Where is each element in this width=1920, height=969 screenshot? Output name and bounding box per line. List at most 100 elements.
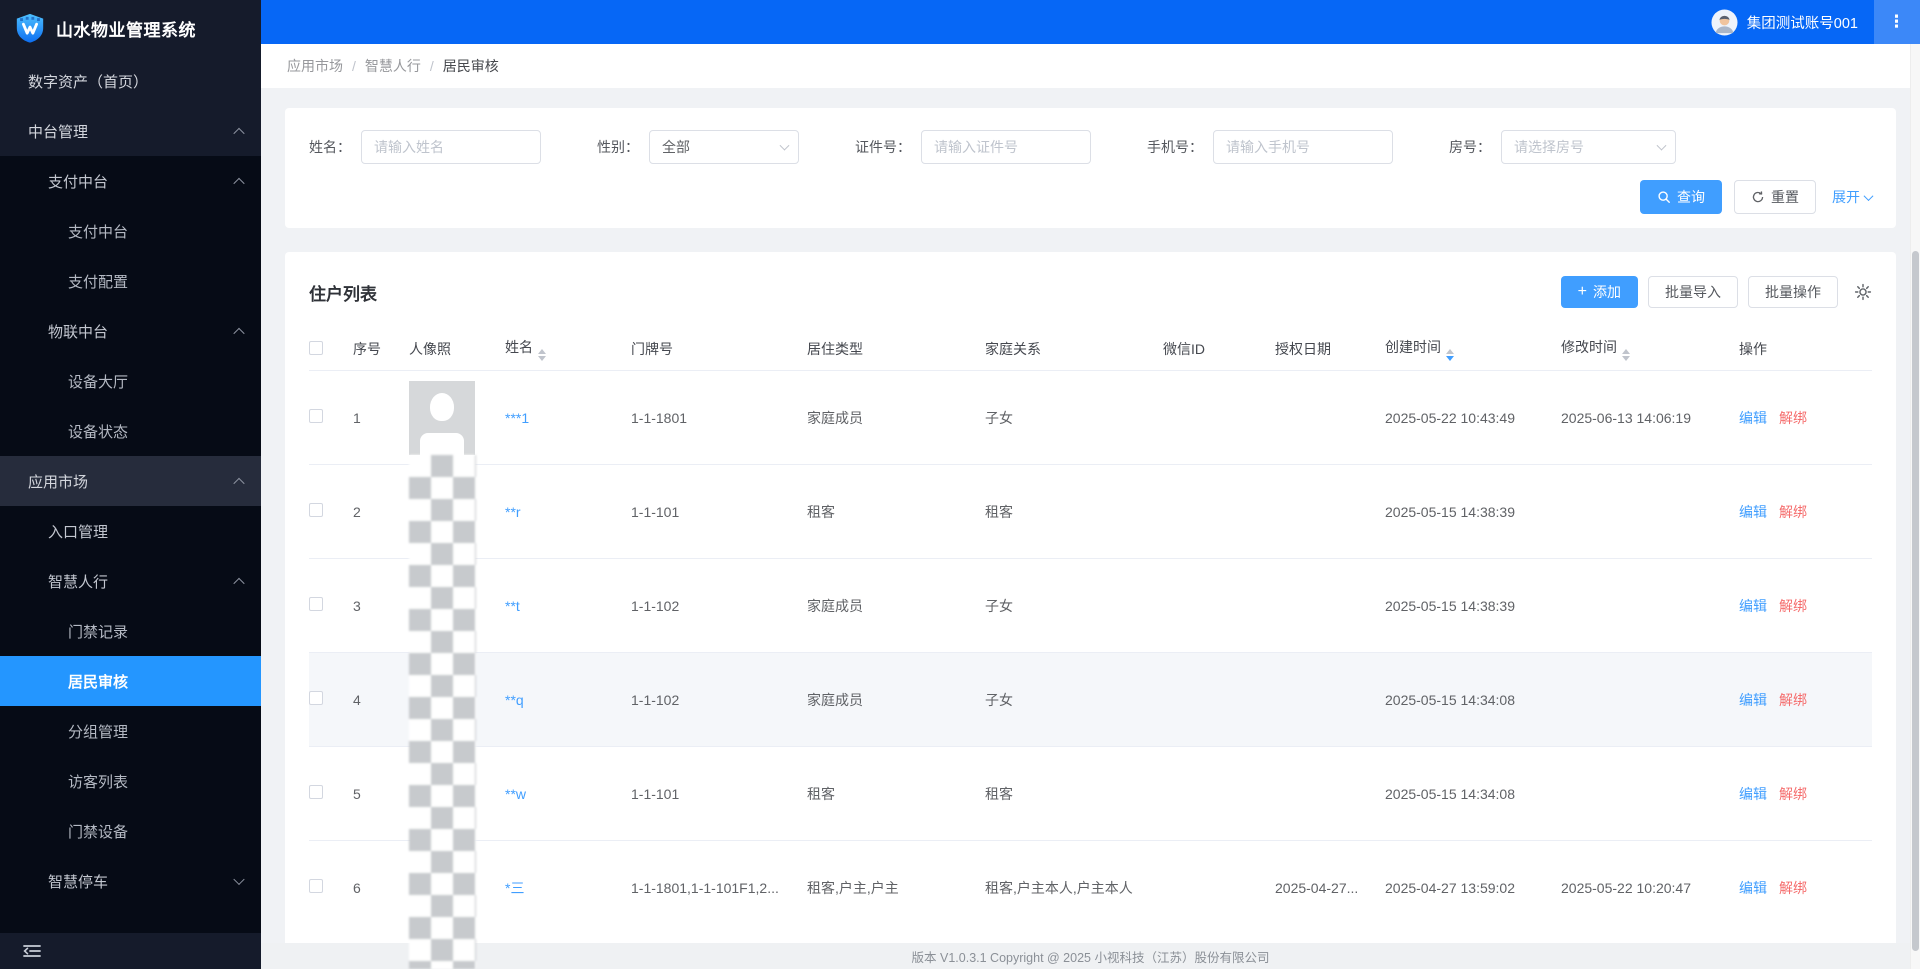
sidebar-item-label: 数字资产（首页）	[28, 73, 149, 91]
row-checkbox[interactable]	[309, 785, 323, 799]
sidebar: 山水物业管理系统 数字资产（首页） 中台管理 支付中台 支付中台 支付配置 物联中台 设备大…	[0, 0, 261, 969]
edit-link[interactable]: 编辑	[1739, 692, 1767, 708]
sidebar-item-iot-center[interactable]: 物联中台	[0, 306, 261, 356]
table-row: 2 **r 1-1-101 租客 租客 2025-05-15 14:38:39 编辑 解绑	[309, 464, 1872, 558]
app-title: 山水物业管理系统	[56, 20, 196, 40]
room-filter-select[interactable]: 请选择房号	[1501, 130, 1676, 164]
window-scrollbar[interactable]	[1910, 44, 1920, 969]
resident-name-link[interactable]: **t	[505, 598, 520, 614]
batch-import-label: 批量导入	[1665, 284, 1721, 300]
sidebar-item-label: 访客列表	[68, 773, 129, 791]
table-row: 6 *三 1-1-1801,1-1-101F1,2... 租客,户主,户主 租客,户主本…	[309, 840, 1872, 934]
edit-link[interactable]: 编辑	[1739, 786, 1767, 802]
cell-updated_at: 2025-05-22 10:20:47	[1561, 879, 1691, 896]
cert-filter-input[interactable]	[921, 130, 1091, 164]
phone-filter-field: 手机号：	[1147, 130, 1393, 164]
cell-name: **w	[505, 786, 631, 802]
unbind-link[interactable]: 解绑	[1779, 692, 1807, 708]
name-filter-input[interactable]	[361, 130, 541, 164]
edit-link[interactable]: 编辑	[1739, 410, 1767, 426]
add-button[interactable]: + 添加	[1560, 276, 1638, 308]
search-button[interactable]: 查询	[1640, 180, 1722, 214]
gender-select-value: 全部	[662, 139, 690, 155]
sidebar-item-middle-platform[interactable]: 中台管理	[0, 106, 261, 156]
sidebar-item-app-market[interactable]: 应用市场	[0, 456, 261, 506]
edit-link[interactable]: 编辑	[1739, 880, 1767, 896]
resident-name-link[interactable]: ***1	[505, 410, 529, 426]
redacted-photo-checkerboard	[409, 455, 476, 969]
unbind-link[interactable]: 解绑	[1779, 880, 1807, 896]
edit-link[interactable]: 编辑	[1739, 598, 1767, 614]
cell-residence_type: 家庭成员	[807, 409, 863, 426]
edit-link[interactable]: 编辑	[1739, 504, 1767, 520]
sidebar-item-entrance-mgmt[interactable]: 入口管理	[0, 506, 261, 556]
row-checkbox[interactable]	[309, 691, 323, 705]
resident-name-link[interactable]: *三	[505, 880, 524, 896]
header-more-button[interactable]: ⋮	[1874, 0, 1920, 44]
table-settings-button[interactable]	[1854, 283, 1872, 301]
filter-buttons-row: 查询 重置 展开	[309, 180, 1874, 214]
sidebar-item-digital-assets-home[interactable]: 数字资产（首页）	[0, 56, 261, 106]
sort-carets-icon[interactable]	[1622, 349, 1630, 361]
sidebar-item-resident-review[interactable]: 居民审核	[0, 656, 261, 706]
room-filter-label: 房号：	[1449, 139, 1491, 155]
column-header-created_at[interactable]: 创建时间	[1385, 337, 1561, 361]
sort-carets-icon[interactable]	[538, 349, 546, 361]
cell-actions: 编辑 解绑	[1739, 596, 1872, 616]
row-checkbox[interactable]	[309, 879, 323, 893]
resident-name-link[interactable]: **w	[505, 786, 526, 802]
breadcrumb-item[interactable]: 智慧人行	[365, 56, 421, 76]
column-header-name[interactable]: 姓名	[505, 337, 631, 361]
sidebar-item-smart-parking[interactable]: 智慧停车	[0, 856, 261, 906]
account-menu[interactable]: 集团测试账号001	[1711, 8, 1858, 36]
unbind-link[interactable]: 解绑	[1779, 598, 1807, 614]
sidebar-item-access-records[interactable]: 门禁记录	[0, 606, 261, 656]
row-checkbox[interactable]	[309, 409, 323, 423]
sidebar-item-group-mgmt[interactable]: 分组管理	[0, 706, 261, 756]
batch-operate-button[interactable]: 批量操作	[1748, 276, 1838, 308]
column-label: 人像照	[409, 341, 451, 357]
unbind-link[interactable]: 解绑	[1779, 410, 1807, 426]
column-label: 门牌号	[631, 341, 673, 357]
room-select-value: 请选择房号	[1514, 139, 1584, 155]
version-copyright-text: 版本 V1.0.3.1 Copyright @ 2025 小视科技（江苏）股份有…	[911, 950, 1270, 965]
sidebar-item-visitor-list[interactable]: 访客列表	[0, 756, 261, 806]
cell-actions: 编辑 解绑	[1739, 690, 1872, 710]
sidebar-item-label: 智慧人行	[48, 573, 109, 591]
expand-filters-link[interactable]: 展开	[1832, 187, 1874, 207]
sidebar-item-payment-config[interactable]: 支付配置	[0, 256, 261, 306]
phone-filter-label: 手机号：	[1147, 139, 1203, 155]
resident-name-link[interactable]: **q	[505, 692, 524, 708]
select-all-checkbox[interactable]	[309, 340, 323, 355]
sidebar-item-label: 智慧停车	[48, 873, 109, 891]
sidebar-item-label: 设备大厅	[68, 373, 129, 391]
sidebar-collapse-button[interactable]	[0, 933, 261, 969]
batch-import-button[interactable]: 批量导入	[1648, 276, 1738, 308]
unbind-link[interactable]: 解绑	[1779, 504, 1807, 520]
cell-created_at: 2025-05-22 10:43:49	[1385, 409, 1515, 426]
sort-carets-icon[interactable]	[1446, 349, 1454, 361]
sidebar-item-access-devices[interactable]: 门禁设备	[0, 806, 261, 856]
sidebar-item-device-status[interactable]: 设备状态	[0, 406, 261, 456]
sidebar-item-device-hall[interactable]: 设备大厅	[0, 356, 261, 406]
resident-name-link[interactable]: **r	[505, 504, 521, 520]
gender-filter-label: 性别：	[597, 139, 639, 155]
sidebar-item-payment-center[interactable]: 支付中台	[0, 156, 261, 206]
sidebar-item-payment-center-sub[interactable]: 支付中台	[0, 206, 261, 256]
unbind-link[interactable]: 解绑	[1779, 786, 1807, 802]
scrollbar-thumb[interactable]	[1912, 251, 1919, 951]
breadcrumb: 应用市场 / 智慧人行 / 居民审核	[261, 44, 1920, 88]
sidebar-item-label: 分组管理	[68, 723, 129, 741]
row-checkbox[interactable]	[309, 597, 323, 611]
cell-actions: 编辑 解绑	[1739, 878, 1872, 898]
breadcrumb-item[interactable]: 应用市场	[287, 56, 343, 76]
sidebar-item-smart-pedestrian[interactable]: 智慧人行	[0, 556, 261, 606]
cell-no: 6	[353, 879, 361, 896]
row-checkbox[interactable]	[309, 503, 323, 517]
reset-button[interactable]: 重置	[1734, 180, 1816, 214]
row-select-cell	[309, 597, 353, 614]
column-header-updated_at[interactable]: 修改时间	[1561, 337, 1739, 361]
phone-filter-input[interactable]	[1213, 130, 1393, 164]
cell-door: 1-1-1801	[631, 409, 688, 426]
gender-filter-select[interactable]: 全部	[649, 130, 799, 164]
